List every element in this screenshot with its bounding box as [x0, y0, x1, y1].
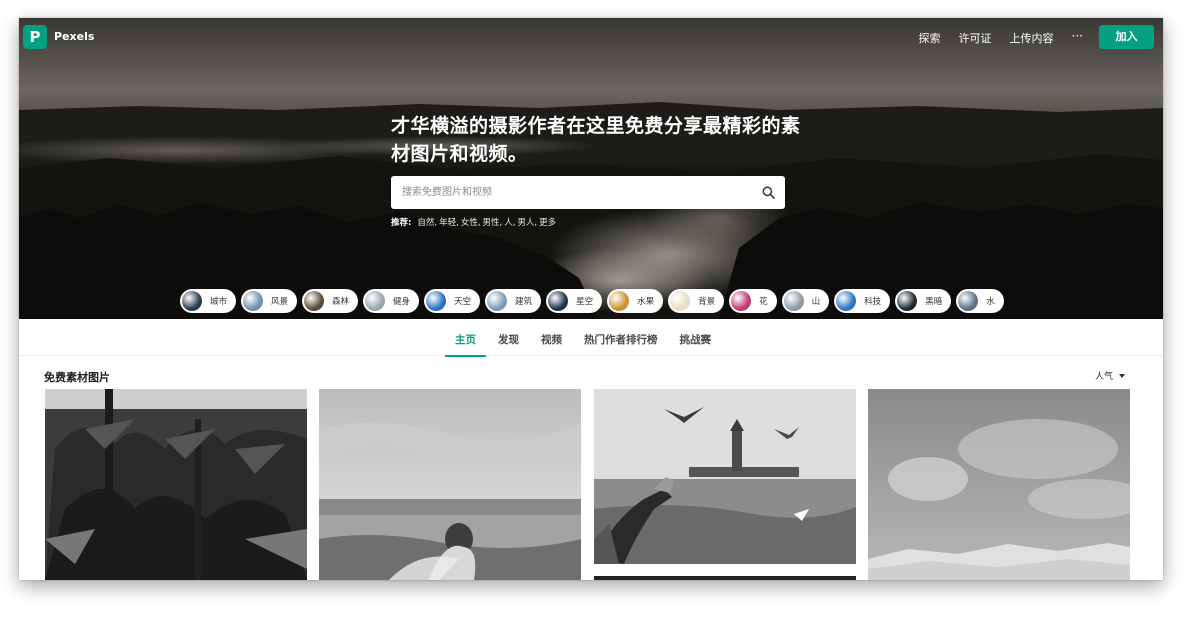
sort-label: 人气	[1094, 372, 1113, 382]
caret-down-icon	[1119, 373, 1125, 378]
category-thumbnail	[670, 291, 691, 311]
browser-window: P Pexels 探索 许可证 上传内容 ··· 加入 才华横溢的摄影作者在这里…	[19, 18, 1163, 580]
suggestion-woman[interactable]: 女性,	[461, 216, 481, 228]
category-thumbnail	[487, 291, 508, 311]
brand-name[interactable]: Pexels	[54, 30, 94, 43]
photo-card[interactable]	[868, 389, 1130, 580]
category-chip[interactable]: 建筑	[485, 289, 542, 313]
category-thumbnail	[548, 291, 569, 311]
search-icon[interactable]	[762, 186, 775, 199]
category-label: 健身	[393, 297, 411, 307]
join-button[interactable]: 加入	[1099, 25, 1154, 49]
suggestion-people[interactable]: 人,	[504, 216, 515, 228]
category-chip[interactable]: 花	[729, 289, 777, 313]
category-thumbnail	[365, 291, 386, 311]
category-label: 科技	[864, 297, 882, 307]
category-label: 星空	[576, 297, 594, 307]
nav-links: 探索 许可证 上传内容 ···	[919, 30, 1083, 46]
tab-leaderboard[interactable]: 热门作者排行榜	[584, 319, 658, 357]
category-thumbnail	[731, 291, 752, 311]
category-chip[interactable]: 水	[956, 289, 1004, 313]
tab-challenges[interactable]: 挑战赛	[680, 319, 712, 357]
section-title: 免费素材图片	[44, 371, 110, 384]
suggestion-nature[interactable]: 自然,	[417, 216, 437, 228]
category-label: 森林	[332, 297, 350, 307]
search-suggestions: 推荐: 自然, 年轻, 女性, 男性, 人, 男人, 更多	[391, 216, 556, 228]
category-chip[interactable]: 星空	[546, 289, 603, 313]
category-label: 水	[986, 297, 995, 307]
category-chip[interactable]: 山	[781, 289, 830, 313]
photo-seagulls-maiden-tower	[594, 389, 856, 564]
category-thumbnail	[182, 291, 202, 311]
category-chip[interactable]: 水果	[607, 289, 664, 313]
photo-card[interactable]	[594, 389, 856, 564]
photo-sky-mountains	[868, 389, 1130, 580]
photo-card[interactable]	[45, 389, 307, 580]
category-label: 花	[759, 297, 768, 307]
category-thumbnail	[609, 291, 630, 311]
hero-headline: 才华横溢的摄影作者在这里免费分享最精彩的素材图片和视频。	[391, 115, 801, 165]
category-label: 建筑	[515, 297, 533, 307]
category-label: 水果	[637, 297, 655, 307]
hero-banner: P Pexels 探索 许可证 上传内容 ··· 加入 才华横溢的摄影作者在这里…	[19, 18, 1163, 319]
category-label: 黑暗	[925, 297, 943, 307]
main-tabs: 主页 发现 视频 热门作者排行榜 挑战赛	[19, 319, 1163, 357]
photo-card-next[interactable]	[594, 576, 856, 580]
top-navigation-bar: P Pexels 探索 许可证 上传内容 ··· 加入	[19, 18, 1163, 58]
category-chip[interactable]: 科技	[834, 289, 891, 313]
suggestion-young[interactable]: 年轻,	[439, 216, 459, 228]
category-thumbnail	[897, 291, 918, 311]
suggestion-male[interactable]: 男性,	[483, 216, 503, 228]
more-options-icon[interactable]: ···	[1072, 30, 1083, 46]
category-chip[interactable]: 黑暗	[895, 289, 952, 313]
photo-woman-by-sea	[319, 389, 581, 580]
nav-upload[interactable]: 上传内容	[1010, 30, 1054, 46]
category-label: 城市	[210, 297, 228, 307]
search-input[interactable]	[391, 176, 751, 209]
category-chip[interactable]: 天空	[424, 289, 481, 313]
nav-explore[interactable]: 探索	[919, 30, 941, 46]
tab-discover[interactable]: 发现	[498, 319, 519, 357]
photo-palm-forest	[45, 389, 307, 580]
category-label: 风景	[271, 297, 289, 307]
category-label: 山	[811, 297, 821, 307]
photo-card[interactable]	[319, 389, 581, 580]
category-thumbnail	[304, 291, 325, 311]
tab-home[interactable]: 主页	[445, 319, 486, 357]
category-thumbnail	[426, 291, 447, 311]
category-chip[interactable]: 健身	[363, 289, 420, 313]
category-thumbnail	[243, 291, 264, 311]
suggestion-man[interactable]: 男人,	[517, 216, 537, 228]
category-thumbnail	[836, 291, 857, 311]
category-label: 天空	[454, 297, 472, 307]
hero-background-image	[19, 102, 1163, 319]
suggestion-more[interactable]: 更多	[539, 216, 556, 228]
category-chip[interactable]: 森林	[302, 289, 359, 313]
suggestions-label: 推荐:	[391, 218, 412, 228]
pexels-logo-icon[interactable]: P	[23, 25, 47, 49]
category-chip[interactable]: 城市	[180, 289, 237, 313]
nav-license[interactable]: 许可证	[959, 30, 992, 46]
category-label: 背景	[698, 297, 716, 307]
tab-videos[interactable]: 视频	[541, 319, 562, 357]
category-thumbnail	[783, 291, 804, 311]
category-chip[interactable]: 风景	[241, 289, 298, 313]
search-box	[391, 176, 785, 209]
sort-dropdown[interactable]: 人气	[1095, 369, 1125, 382]
category-chip[interactable]: 背景	[668, 289, 725, 313]
category-thumbnail	[958, 291, 979, 311]
category-chips: 城市 风景 森林 健身 天空 建筑 星空 水果 背景 花 山 科技 黑暗 水	[180, 289, 1004, 313]
